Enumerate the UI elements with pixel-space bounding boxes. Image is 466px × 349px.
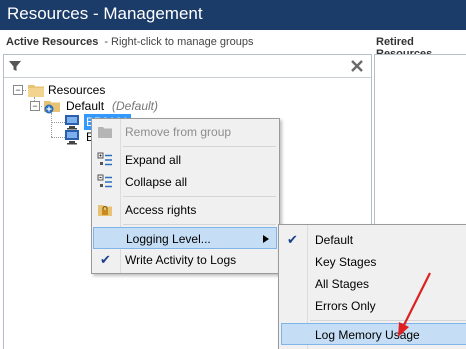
- collapse-all-icon: [97, 174, 112, 188]
- menu-label: Key Stages: [315, 255, 377, 269]
- active-resources-hint: - Right-click to manage groups: [104, 36, 254, 48]
- expand-all-icon: [97, 152, 112, 166]
- title-bar: Resources - Management: [0, 0, 466, 30]
- menu-label: Logging Level...: [126, 232, 211, 246]
- menu-label: Write Activity to Logs: [125, 253, 237, 267]
- clear-filter-icon[interactable]: [350, 59, 364, 73]
- menu-separator: [123, 224, 276, 225]
- check-icon: ✔: [287, 232, 298, 247]
- menu-item-logging-level[interactable]: Logging Level...: [93, 227, 277, 249]
- context-menu: Remove from group Expand all Collapse al…: [91, 118, 280, 274]
- folder-remove-icon: [98, 127, 112, 138]
- menu-item-remove-from-group[interactable]: Remove from group: [92, 121, 279, 143]
- annotation-arrow: [398, 272, 431, 337]
- computer-icon: [65, 115, 79, 130]
- menu-label: Collapse all: [125, 175, 188, 189]
- menu-item-collapse-all[interactable]: Collapse all: [92, 171, 279, 193]
- lock-folder-icon: [98, 205, 112, 216]
- filter-icon[interactable]: [8, 59, 22, 73]
- active-resources-header: Active Resources - Right-click to manage …: [6, 36, 254, 48]
- menu-label: Expand all: [125, 153, 182, 167]
- menu-separator: [123, 196, 276, 197]
- folder-icon: [28, 85, 44, 97]
- tree-connector: [51, 137, 65, 138]
- menu-label: Remove from group: [125, 125, 232, 139]
- submenu-item-default[interactable]: ✔ Default: [279, 229, 466, 251]
- collapse-toggle[interactable]: −: [30, 101, 40, 111]
- menu-item-access-rights[interactable]: Access rights: [92, 199, 279, 221]
- tree-connector: [51, 113, 52, 137]
- active-resources-title: Active Resources: [6, 36, 99, 48]
- submenu-arrow-icon: [263, 235, 269, 243]
- collapse-toggle[interactable]: −: [13, 85, 23, 95]
- menu-separator: [310, 320, 466, 321]
- menu-label: Access rights: [125, 203, 197, 217]
- tree-connector: [51, 122, 65, 123]
- menu-item-expand-all[interactable]: Expand all: [92, 149, 279, 171]
- tree-label: Default: [66, 99, 105, 113]
- menu-item-write-activity[interactable]: ✔ Write Activity to Logs: [92, 249, 279, 271]
- tree-label: Resources: [48, 83, 106, 97]
- group-folder-icon: [44, 101, 60, 114]
- menu-label: All Stages: [315, 277, 370, 291]
- check-icon: ✔: [100, 252, 111, 267]
- computer-icon: [65, 130, 79, 145]
- default-tag: (Default): [112, 99, 159, 113]
- menu-label: Errors Only: [315, 299, 376, 313]
- filter-bar: [4, 55, 371, 78]
- window-title: Resources - Management: [7, 4, 203, 23]
- menu-label: Default: [315, 233, 354, 247]
- menu-separator: [123, 146, 276, 147]
